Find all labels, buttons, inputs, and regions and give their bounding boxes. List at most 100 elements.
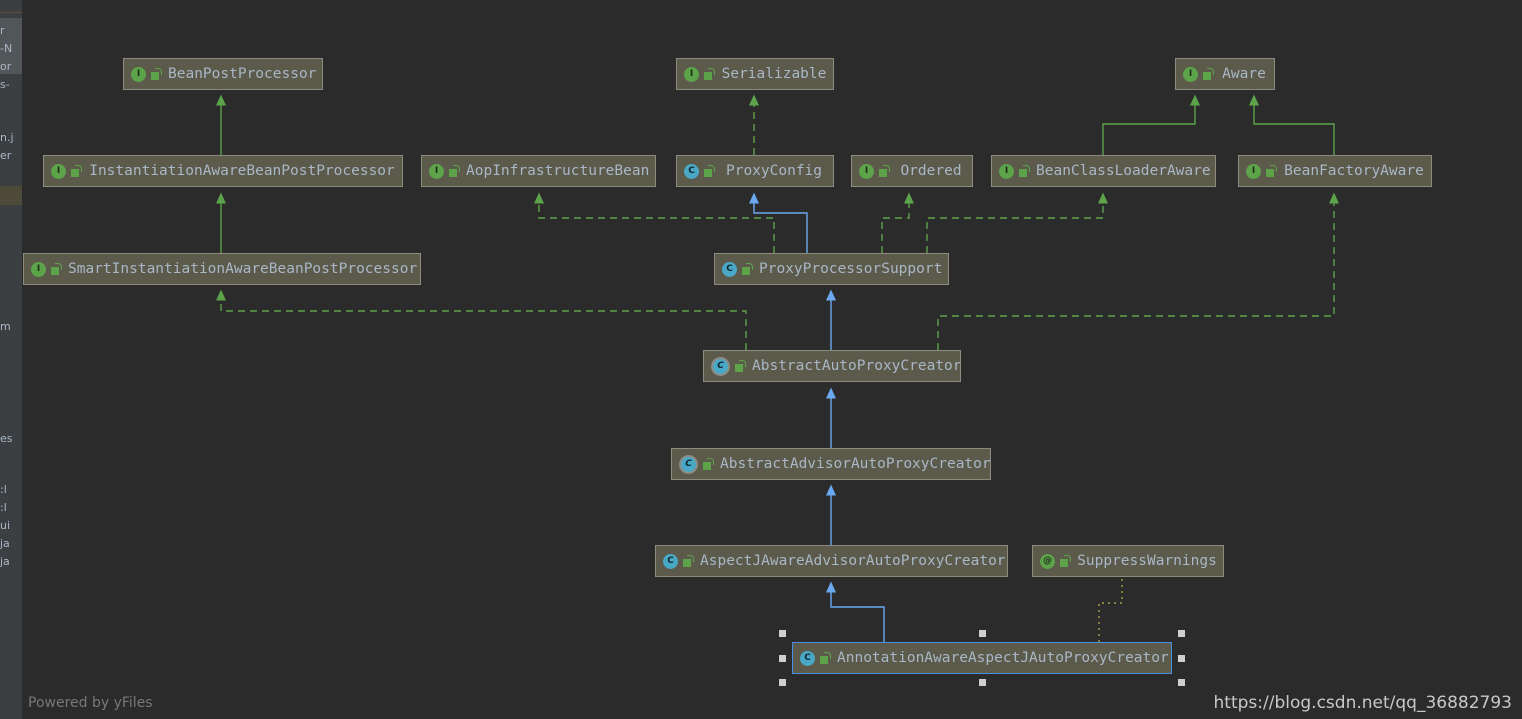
- class-node-suppressWarnings[interactable]: @ SuppressWarnings: [1032, 545, 1224, 577]
- lock-shackle-icon: [1064, 555, 1071, 562]
- panel-text-fragment: n.j: [0, 131, 14, 144]
- class-node-aopInfrastructureBean[interactable]: I AopInfrastructureBean: [421, 155, 656, 187]
- class-node-instantiationAwareBeanPostProcessor[interactable]: I InstantiationAwareBeanPostProcessor: [43, 155, 403, 187]
- panel-text-fragment: m: [0, 320, 11, 333]
- class-icon: C: [663, 553, 678, 569]
- handle-top-left[interactable]: [779, 630, 786, 637]
- handle-bottom-right[interactable]: [1178, 679, 1185, 686]
- edge-proxyprocessorsupport-to-ordered: [881, 192, 914, 253]
- node-label: AbstractAutoProxyCreator: [752, 358, 960, 374]
- interface-icon: I: [429, 163, 444, 179]
- lock-shackle-icon: [155, 68, 162, 75]
- node-icon-group: I: [124, 66, 162, 82]
- lock-shackle-icon: [1023, 165, 1030, 172]
- class-node-ordered[interactable]: I Ordered: [851, 155, 973, 187]
- watermark-url: https://blog.csdn.net/qq_36882793: [1213, 693, 1512, 713]
- interface-icon: I: [999, 163, 1014, 179]
- node-label: ProxyConfig: [725, 163, 823, 179]
- handle-top-center[interactable]: [978, 630, 986, 637]
- uml-diagram-window: r -N or s-n.j er m es:l:l ui ja ja I B…: [0, 0, 1522, 719]
- edge-proxyprocessorsupport-to-beanclassloaderaware: [926, 192, 1108, 253]
- public-visibility-icon: [742, 263, 753, 275]
- edge-abstractautoproxycreator-to-smartinstantiation: [216, 289, 747, 350]
- interface-icon: I: [51, 163, 66, 179]
- edge-abstractautoproxycreator-to-beanfactoryaware: [937, 192, 1339, 350]
- edge-proxyprocessorsupport-to-proxyconfig: [749, 192, 808, 253]
- node-icon-group: I: [422, 163, 460, 179]
- handle-bottom-center[interactable]: [978, 679, 986, 686]
- panel-text-fragment: :l: [0, 483, 7, 496]
- class-node-smartInstantiationAwareBeanPostProcessor[interactable]: I SmartInstantiationAwareBeanPostProcesso…: [23, 253, 421, 285]
- edge-beanclassloaderaware-to-aware: [1102, 94, 1200, 155]
- abstract-class-icon: C: [681, 456, 696, 472]
- class-node-serializable[interactable]: I Serializable: [676, 58, 834, 90]
- node-icon-group: I: [992, 163, 1030, 179]
- handle-middle-left[interactable]: [779, 654, 786, 662]
- lock-shackle-icon: [707, 458, 714, 465]
- background-ide-panel: r -N or s-n.j er m es:l:l ui ja ja: [0, 0, 22, 719]
- lock-shackle-icon: [1207, 68, 1214, 75]
- interface-icon: I: [859, 163, 874, 179]
- class-node-beanClassLoaderAware[interactable]: I BeanClassLoaderAware: [991, 155, 1216, 187]
- abstract-class-icon: C: [713, 358, 728, 374]
- class-node-proxyProcessorSupport[interactable]: C ProxyProcessorSupport: [714, 253, 949, 285]
- public-visibility-icon: [704, 165, 715, 177]
- public-visibility-icon: [71, 165, 82, 177]
- class-node-aspectJAwareAdvisorAutoProxyCreator[interactable]: C AspectJAwareAdvisorAutoProxyCreator: [655, 545, 1008, 577]
- node-icon-group: C: [677, 163, 715, 179]
- node-label: Ordered: [900, 163, 962, 179]
- node-label: AbstractAdvisorAutoProxyCreator: [720, 456, 990, 472]
- class-node-abstractAdvisorAutoProxyCreator[interactable]: C AbstractAdvisorAutoProxyCreator: [671, 448, 991, 480]
- public-visibility-icon: [1019, 165, 1030, 177]
- lock-shackle-icon: [708, 165, 715, 172]
- handle-top-right[interactable]: [1178, 630, 1185, 637]
- node-label: AspectJAwareAdvisorAutoProxyCreator: [700, 553, 1006, 569]
- node-icon-group: I: [24, 261, 62, 277]
- interface-icon: I: [1183, 66, 1198, 82]
- interface-icon: I: [131, 66, 146, 82]
- handle-middle-right[interactable]: [1178, 654, 1185, 662]
- panel-text-fragment: :l: [0, 501, 7, 514]
- powered-by-label: Powered by yFiles: [28, 695, 153, 711]
- annotation-icon: @: [1040, 553, 1055, 569]
- lock-shackle-icon: [453, 165, 460, 172]
- public-visibility-icon: [449, 165, 460, 177]
- edge-annotationaware-to-suppresswarnings: [1098, 577, 1123, 642]
- class-icon: C: [684, 163, 699, 179]
- lock-shackle-icon: [883, 165, 890, 172]
- class-node-annotationAwareAspectJAutoProxyCreator[interactable]: C AnnotationAwareAspectJAutoProxyCreator: [792, 642, 1172, 674]
- public-visibility-icon: [683, 555, 694, 567]
- node-icon-group: I: [1239, 163, 1277, 179]
- node-label: InstantiationAwareBeanPostProcessor: [89, 163, 395, 179]
- handle-bottom-left[interactable]: [779, 679, 786, 686]
- class-node-beanFactoryAware[interactable]: I BeanFactoryAware: [1238, 155, 1432, 187]
- edge-annotationaware-to-aspectjaware: [826, 581, 885, 642]
- node-label: Aware: [1222, 66, 1266, 82]
- public-visibility-icon: [820, 652, 831, 664]
- panel-text-fragment: ui: [0, 519, 11, 532]
- class-node-proxyConfig[interactable]: C ProxyConfig: [676, 155, 834, 187]
- panel-divider: [0, 12, 22, 13]
- panel-text-fragment: ja: [0, 537, 10, 550]
- panel-text-fragment: ja: [0, 555, 10, 568]
- diagram-canvas[interactable]: I BeanPostProcessor I Serializable I Aware I In…: [22, 0, 1522, 719]
- lock-shackle-icon: [75, 165, 82, 172]
- class-node-abstractAutoProxyCreator[interactable]: C AbstractAutoProxyCreator: [703, 350, 961, 382]
- panel-text-fragment: er: [0, 149, 12, 162]
- node-label: SuppressWarnings: [1077, 553, 1217, 569]
- node-icon-group: C: [672, 456, 714, 472]
- class-node-beanPostProcessor[interactable]: I BeanPostProcessor: [123, 58, 323, 90]
- interface-icon: I: [31, 261, 46, 277]
- public-visibility-icon: [1203, 68, 1214, 80]
- lock-shackle-icon: [55, 263, 62, 270]
- lock-shackle-icon: [739, 360, 746, 367]
- class-node-aware[interactable]: I Aware: [1175, 58, 1275, 90]
- public-visibility-icon: [51, 263, 62, 275]
- node-label: Serializable: [721, 66, 827, 82]
- node-icon-group: C: [715, 261, 753, 277]
- panel-text-fragment: s-: [0, 78, 10, 91]
- panel-selection-band: [0, 186, 22, 205]
- public-visibility-icon: [879, 165, 890, 177]
- interface-icon: I: [1246, 163, 1261, 179]
- node-icon-group: I: [852, 163, 890, 179]
